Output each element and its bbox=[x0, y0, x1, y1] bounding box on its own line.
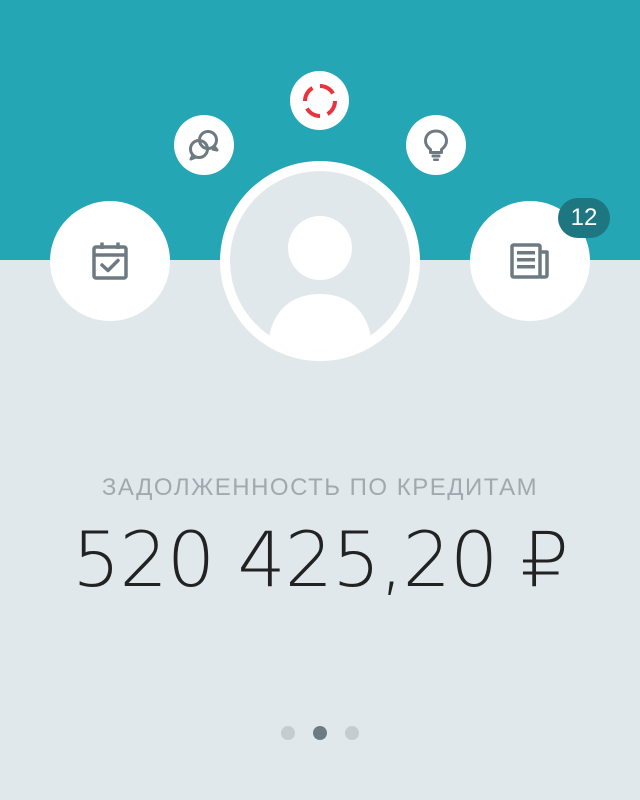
chat-bubbles-icon bbox=[189, 130, 219, 161]
debt-label: ЗАДОЛЖЕННОСТЬ ПО КРЕДИТАМ bbox=[101, 474, 539, 501]
chat-button[interactable] bbox=[174, 115, 234, 175]
refresh-button[interactable] bbox=[290, 71, 349, 130]
calendar-check-icon bbox=[92, 242, 128, 280]
news-count-badge: 12 bbox=[558, 198, 610, 238]
ideas-button[interactable] bbox=[406, 115, 466, 175]
profile-avatar[interactable] bbox=[220, 161, 420, 361]
page-indicator bbox=[0, 726, 640, 740]
page-dot-3[interactable] bbox=[345, 726, 359, 740]
spinner-icon bbox=[302, 83, 337, 118]
user-avatar-icon bbox=[268, 216, 372, 351]
calendar-button[interactable] bbox=[50, 201, 170, 321]
lightbulb-icon bbox=[424, 129, 448, 161]
page-dot-1[interactable] bbox=[281, 726, 295, 740]
newspaper-icon bbox=[510, 243, 549, 279]
page-dot-2[interactable] bbox=[313, 726, 327, 740]
debt-amount: 520 425,20 ₽ bbox=[72, 515, 569, 604]
